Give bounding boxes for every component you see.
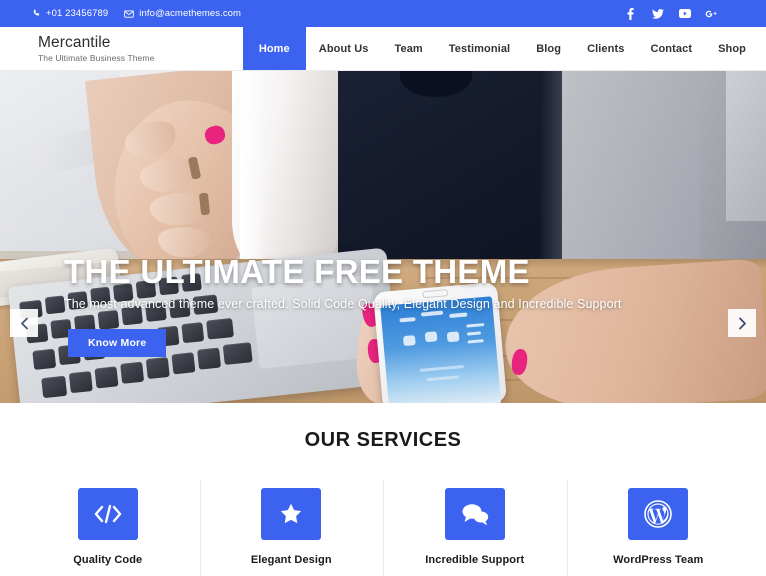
star-icon[interactable] [261,488,322,540]
brand-block[interactable]: Mercantile The Ultimate Business Theme [0,27,154,70]
site-title: Mercantile [38,33,111,51]
nav-item-home[interactable]: Home [242,27,306,70]
nav-item-testimonial[interactable]: Testimonial [436,27,523,70]
hero-content: THE ULTIMATE FREE THEME The most advance… [0,71,766,403]
service-label: WordPress Team [613,554,704,566]
googleplus-icon[interactable] [705,7,718,20]
nav-item-clients[interactable]: Clients [574,27,637,70]
nav-item-blog[interactable]: Blog [523,27,574,70]
twitter-icon[interactable] [651,7,664,20]
envelope-icon [124,9,135,18]
email-contact[interactable]: info@acmethemes.com [124,8,241,19]
page-root: +01 23456789 info@acmethemes.com Mercant… [0,0,766,576]
chat-bubbles-icon[interactable] [444,488,505,540]
nav-item-contact[interactable]: Contact [637,27,705,70]
carousel-prev-button[interactable] [10,309,38,337]
hero-slider: THE ULTIMATE FREE THEME The most advance… [0,71,766,403]
wordpress-icon[interactable] [628,488,689,540]
social-links-group [624,7,718,20]
primary-menu: Home About Us Team Testimonial Blog Clie… [242,27,766,70]
youtube-icon[interactable] [678,7,691,20]
top-contact-bar: +01 23456789 info@acmethemes.com [0,0,766,27]
code-icon[interactable] [77,488,138,540]
service-label: Incredible Support [425,554,525,566]
nav-item-team[interactable]: Team [381,27,435,70]
know-more-button[interactable]: Know More [68,329,167,357]
nav-item-about-us[interactable]: About Us [306,27,382,70]
facebook-icon[interactable] [624,7,637,20]
phone-number: +01 23456789 [46,8,109,19]
service-label: Elegant Design [250,554,332,566]
service-item-quality-code[interactable]: Quality Code [16,488,200,566]
hero-title: THE ULTIMATE FREE THEME [64,253,530,290]
main-navbar: Mercantile The Ultimate Business Theme H… [0,27,766,71]
site-tagline: The Ultimate Business Theme [38,53,155,64]
services-row: Quality Code Elegant Design Incredible S… [0,480,766,576]
chevron-left-icon [20,317,29,330]
hero-subtitle: The most advanced theme ever crafted. So… [64,297,622,311]
service-item-wordpress-team[interactable]: WordPress Team [566,480,751,576]
carousel-next-button[interactable] [728,309,756,337]
nav-item-shop[interactable]: Shop [705,27,766,70]
service-item-incredible-support[interactable]: Incredible Support [383,480,567,576]
email-address: info@acmethemes.com [139,8,242,19]
service-label: Quality Code [73,554,143,566]
services-section: OUR SERVICES Quality Code Elegant Design [0,403,766,576]
phone-contact[interactable]: +01 23456789 [32,8,108,19]
service-item-elegant-design[interactable]: Elegant Design [199,480,384,576]
phone-icon [32,9,41,18]
chevron-right-icon [738,317,747,330]
contact-info-group: +01 23456789 info@acmethemes.com [32,8,241,19]
services-heading: OUR SERVICES [304,429,462,451]
